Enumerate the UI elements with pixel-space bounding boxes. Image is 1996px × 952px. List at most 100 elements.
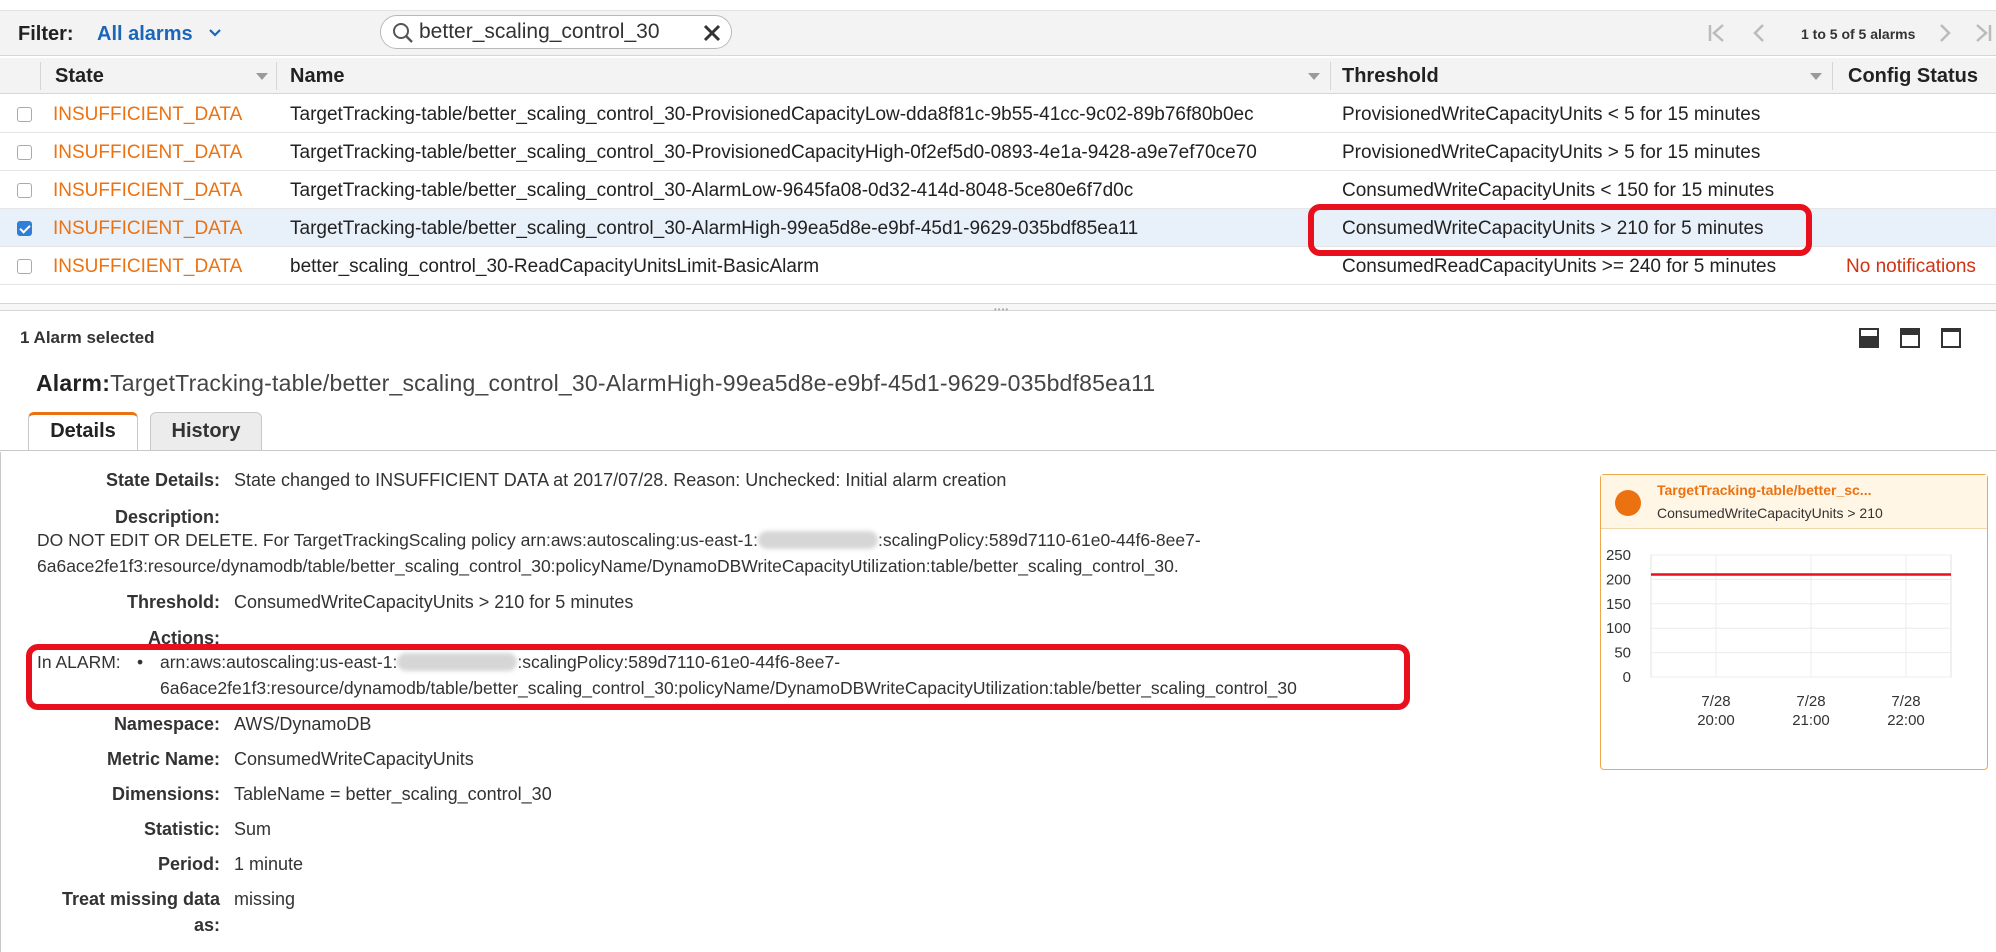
row-checkbox[interactable] [17, 183, 32, 198]
alarm-title-prefix: Alarm: [36, 370, 111, 396]
chart-header: TargetTracking-table/better_sc... Consum… [1601, 475, 1987, 529]
row-checkbox-checked[interactable] [17, 221, 32, 236]
row-name: TargetTracking-table/better_scaling_cont… [290, 218, 1139, 239]
selection-count: 1 Alarm selected [20, 328, 155, 347]
close-icon[interactable] [701, 22, 723, 44]
chart-x-tick-label: 7/28 [1796, 693, 1825, 710]
filter-bar: Filter: All alarms 1 to 5 of 5 alarms [0, 10, 1996, 56]
namespace-label: Namespace: [113, 714, 220, 734]
chart-x-tick-label: 22:00 [1887, 712, 1925, 729]
row-state: INSUFFICIENT_DATA [53, 256, 243, 277]
prev-page-icon[interactable] [1748, 22, 1770, 44]
alarm-mini-chart[interactable]: TargetTracking-table/better_sc... Consum… [1600, 474, 1988, 770]
sort-caret-icon[interactable] [1308, 73, 1320, 80]
description-text-a: DO NOT EDIT OR DELETE. For TargetTrackin… [37, 530, 759, 550]
chart-x-tick-label: 7/28 [1701, 693, 1730, 710]
row-threshold: ConsumedReadCapacityUnits >= 240 for 5 m… [1342, 256, 1777, 277]
alarm-title: Alarm:TargetTracking-table/better_scalin… [36, 370, 1155, 397]
chart-y-tick-label: 250 [1606, 547, 1631, 564]
chart-y-tick-label: 50 [1614, 645, 1631, 662]
state-details-value: State changed to INSUFFICIENT DATA at 20… [234, 470, 1007, 490]
layout-bottom-icon[interactable] [1858, 327, 1880, 349]
row-state: INSUFFICIENT_DATA [53, 104, 243, 125]
selection-bar: 1 Alarm selected [0, 312, 1996, 362]
row-threshold: ProvisionedWriteCapacityUnits > 5 for 15… [1342, 142, 1761, 163]
column-separator [276, 62, 277, 90]
highlight-actions-box [26, 644, 1410, 710]
description-label: Description: [114, 507, 220, 527]
tab-history[interactable]: History [150, 412, 262, 450]
chart-y-tick-label: 200 [1606, 571, 1631, 588]
threshold-value: ConsumedWriteCapacityUnits > 210 for 5 m… [234, 592, 634, 612]
row-checkbox[interactable] [17, 107, 32, 122]
row-threshold: ProvisionedWriteCapacityUnits < 5 for 15… [1342, 104, 1761, 125]
chart-y-tick-label: 100 [1606, 620, 1631, 637]
redacted-account-id [758, 531, 879, 549]
row-state: INSUFFICIENT_DATA [53, 142, 243, 163]
row-state: INSUFFICIENT_DATA [53, 180, 243, 201]
alarm-title-name: TargetTracking-table/better_scaling_cont… [110, 370, 1156, 396]
first-page-icon[interactable] [1706, 22, 1728, 44]
statistic-value: Sum [234, 819, 272, 839]
alarm-state-dot-icon [1615, 490, 1641, 516]
pager-text: 1 to 5 of 5 alarms [1801, 26, 1916, 42]
dimensions-value: TableName = better_scaling_control_30 [234, 784, 552, 804]
panel-splitter[interactable]: •••• [0, 303, 1996, 314]
row-checkbox[interactable] [17, 259, 32, 274]
chart-y-tick-label: 0 [1623, 669, 1631, 686]
search-icon [393, 23, 413, 43]
chart-title[interactable]: TargetTracking-table/better_sc... [1657, 482, 1871, 498]
treat-missing-value: missing [234, 889, 296, 909]
layout-split-icon[interactable] [1899, 327, 1921, 349]
statistic-label: Statistic: [143, 819, 220, 839]
chart-plot: 250 200 150 100 50 0 7/28 20:00 7/28 21:00 7/28 22:… [1606, 547, 1952, 729]
treat-missing-label-line-2: as: [193, 915, 220, 935]
layout-maximize-icon[interactable] [1940, 327, 1962, 349]
pager: 1 to 5 of 5 alarms [1706, 19, 1996, 49]
row-checkbox[interactable] [17, 145, 32, 160]
search-box[interactable] [380, 15, 732, 49]
description-line-1: DO NOT EDIT OR DELETE. For TargetTrackin… [37, 530, 1201, 551]
filter-select[interactable]: All alarms [97, 23, 193, 46]
row-name: better_scaling_control_30-ReadCapacityUn… [290, 256, 820, 277]
row-config-status: No notifications [1846, 256, 1976, 277]
column-separator [40, 62, 41, 90]
column-separator [1330, 62, 1331, 90]
chart-y-tick-label: 150 [1606, 596, 1631, 613]
search-input[interactable] [419, 19, 679, 45]
state-details-label: State Details: [105, 470, 220, 490]
row-state: INSUFFICIENT_DATA [53, 218, 243, 239]
chart-x-tick-label: 20:00 [1697, 712, 1735, 729]
treat-missing-label-line-1: Treat missing data [61, 889, 220, 909]
column-header-name[interactable]: Name [290, 58, 344, 94]
chart-x-tick-label: 21:00 [1792, 712, 1830, 729]
sort-caret-icon[interactable] [1810, 73, 1822, 80]
period-value: 1 minute [234, 854, 304, 874]
column-header-threshold[interactable]: Threshold [1342, 58, 1439, 94]
row-name: TargetTracking-table/better_scaling_cont… [290, 180, 1134, 201]
sort-caret-icon[interactable] [256, 73, 268, 80]
next-page-icon[interactable] [1934, 22, 1956, 44]
table-header: State Name Threshold Config Status [0, 58, 1996, 94]
row-name: TargetTracking-table/better_scaling_cont… [290, 142, 1257, 163]
row-name: TargetTracking-table/better_scaling_cont… [290, 104, 1254, 125]
description-line-2: 6a6ace2fe1f3:resource/dynamodb/table/bet… [37, 556, 1179, 576]
table-row[interactable]: INSUFFICIENT_DATA TargetTracking-table/b… [0, 95, 1996, 133]
column-header-state[interactable]: State [55, 58, 104, 94]
column-separator [1832, 62, 1833, 90]
last-page-icon[interactable] [1972, 22, 1994, 44]
chevron-down-icon[interactable] [207, 25, 223, 41]
column-header-config-status[interactable]: Config Status [1848, 58, 1978, 94]
table-row[interactable]: INSUFFICIENT_DATA TargetTracking-table/b… [0, 133, 1996, 171]
tab-divider [0, 450, 1996, 451]
threshold-label: Threshold: [127, 592, 220, 612]
metric-name-value: ConsumedWriteCapacityUnits [234, 749, 474, 769]
period-label: Period: [157, 854, 220, 874]
row-threshold: ConsumedWriteCapacityUnits < 150 for 15 … [1342, 180, 1775, 201]
chart-x-tick-label: 7/28 [1891, 693, 1920, 710]
dimensions-label: Dimensions: [111, 784, 220, 804]
highlight-threshold-box [1308, 204, 1812, 256]
tab-details[interactable]: Details [28, 412, 138, 451]
metric-name-label: Metric Name: [106, 749, 220, 769]
description-text-b: :scalingPolicy:589d7110-61e0-44f6-8ee7- [878, 530, 1201, 550]
